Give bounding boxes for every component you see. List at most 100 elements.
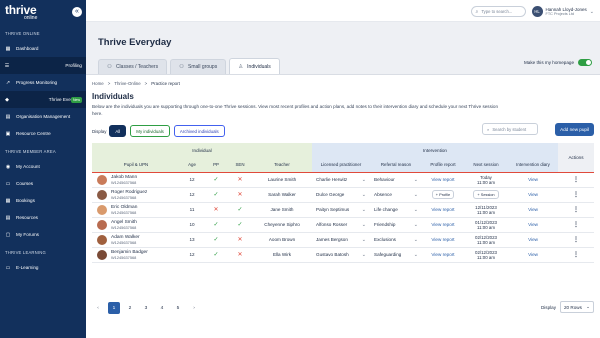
global-search-input[interactable]: ⌕ Type to search... — [470, 6, 526, 17]
sidebar-item-label: E-Learning — [16, 265, 39, 270]
chevron-down-icon: ⌄ — [586, 304, 590, 309]
filter-archived-button[interactable]: Archived individuals — [173, 125, 225, 137]
sidebar-item-my-forums[interactable]: ▢ My Forums — [0, 226, 86, 243]
sidebar-item-progress-monitoring[interactable]: ↗ Progress Monitoring — [0, 74, 86, 91]
more-actions-icon[interactable]: ⋮ — [573, 222, 579, 228]
sidebar-item-profiling[interactable]: ☰ Profiling — [0, 57, 86, 74]
sidebar-item-resource-centre[interactable]: ▣ Resource Centre — [0, 125, 86, 142]
next-session-time: 11:00 am — [477, 239, 495, 245]
next-session-time: 11:00 am — [477, 209, 495, 215]
view-report-link[interactable]: View report — [431, 177, 454, 182]
next-session-cell: 01/12/2023 11:00 am — [464, 217, 508, 233]
view-diary-link[interactable]: View — [528, 207, 538, 212]
more-actions-icon[interactable]: ⋮ — [573, 207, 579, 213]
resources-icon: ▤ — [5, 214, 11, 221]
referral-reason-value: Exclusions — [374, 237, 396, 242]
pupil-name[interactable]: Benjamin Badger — [111, 250, 148, 255]
rows-per-page-select[interactable]: 20 Rows ⌄ — [560, 301, 594, 313]
view-report-link[interactable]: View report — [431, 252, 454, 257]
teacher-cell: Sarah Walker — [252, 187, 312, 203]
practitioner-select[interactable]: Alfonso Rosser ⌄ — [312, 217, 370, 233]
more-actions-icon[interactable]: ⋮ — [573, 237, 579, 243]
cross-icon: ✕ — [237, 252, 243, 258]
rows-value: 20 Rows — [564, 304, 582, 310]
filter-all-button[interactable]: All — [109, 125, 127, 137]
view-diary-link[interactable]: View — [528, 177, 538, 182]
view-report-link[interactable]: View report — [431, 237, 454, 242]
sidebar-item-bookings[interactable]: ▦ Bookings — [0, 192, 86, 209]
table-row: Adam Walker W1245637568 13 ✓ ✕ Aoom Brown Jame… — [92, 232, 594, 248]
sidebar-item-organisation-management[interactable]: ▤ Organisation Management — [0, 108, 86, 125]
referral-reason-select[interactable]: Friendship ⌄ — [370, 217, 422, 233]
pupil-upn: W1245637568 — [111, 209, 137, 215]
sidebar-item-label: Dashboard — [16, 46, 39, 51]
pupil-name[interactable]: Angel Smith — [111, 220, 137, 225]
page-3-button[interactable]: 3 — [140, 302, 152, 314]
sidebar-item-e-learning[interactable]: ▭ E-Learning — [0, 259, 86, 276]
sidebar-item-thrive-everyday[interactable]: ◆ Thrive Everyday New — [0, 91, 86, 108]
student-search-input[interactable]: ⌕ Search by student — [482, 123, 538, 135]
view-report-link[interactable]: View report — [431, 207, 454, 212]
view-diary-link[interactable]: View — [528, 222, 538, 227]
diary-cell: View — [508, 247, 558, 263]
referral-reason-select[interactable]: Absence ⌄ — [370, 187, 422, 203]
practitioner-select[interactable]: Paityn Septimus ⌄ — [312, 202, 370, 218]
tab-classes-teachers[interactable]: ⚇ Classes / Teachers — [98, 59, 168, 74]
referral-reason-select[interactable]: Safeguarding ⌄ — [370, 247, 422, 263]
more-actions-icon[interactable]: ⋮ — [573, 252, 579, 258]
view-report-link[interactable]: View report — [431, 222, 454, 227]
view-diary-link[interactable]: View — [528, 252, 538, 257]
page-1-button[interactable]: 1 — [108, 302, 120, 314]
referral-reason-select[interactable]: Life change ⌄ — [370, 202, 422, 218]
search-icon: ⌕ — [475, 8, 479, 15]
sidebar-item-my-account[interactable]: ◉ My Account — [0, 158, 86, 175]
pupil-cell: Benjamin Badger W1245637568 — [92, 247, 180, 263]
more-actions-icon[interactable]: ⋮ — [573, 177, 579, 183]
filter-my-individuals-button[interactable]: My individuals — [130, 125, 170, 137]
sidebar-item-dashboard[interactable]: ▦ Dashboard — [0, 40, 86, 57]
page-2-button[interactable]: 2 — [124, 302, 136, 314]
referral-reason-select[interactable]: Exclusions ⌄ — [370, 232, 422, 248]
pupil-name[interactable]: Roger Rodriguez — [111, 190, 147, 195]
pupil-avatar — [97, 219, 107, 230]
referral-reason-select[interactable]: Behaviour ⌄ — [370, 172, 422, 188]
collapse-sidebar-icon[interactable]: « — [72, 7, 82, 17]
page-5-button[interactable]: 5 — [172, 302, 184, 314]
thrive-logo[interactable]: thrive online « — [0, 0, 86, 28]
pupil-name[interactable]: Jakob Mann — [111, 175, 137, 180]
breadcrumb-home[interactable]: Home — [92, 81, 104, 86]
breadcrumb-thrive-online[interactable]: Thrive-Online — [114, 81, 140, 86]
user-menu[interactable]: HL Hannah Lloyd-Jones FTC Projects Ltd ⌄ — [531, 6, 594, 17]
next-session-time: 11:00 am — [477, 224, 495, 230]
next-page-button[interactable]: › — [188, 302, 200, 314]
practitioner-select[interactable]: James Bergson ⌄ — [312, 232, 370, 248]
add-profile-button[interactable]: + Profile — [431, 190, 455, 199]
sidebar-item-courses[interactable]: ▭ Courses — [0, 175, 86, 192]
tab-small-groups[interactable]: ⚇ Small groups — [170, 59, 227, 74]
bookings-icon: ▦ — [5, 197, 11, 204]
view-diary-link[interactable]: View — [528, 237, 538, 242]
prev-page-button[interactable]: ‹ — [92, 302, 104, 314]
pupil-upn: W1245637568 — [111, 194, 137, 200]
view-diary-link[interactable]: View — [528, 192, 538, 197]
more-actions-icon[interactable]: ⋮ — [573, 192, 579, 198]
chevron-down-icon: ⌄ — [413, 236, 418, 243]
column-sen: SEN — [228, 157, 252, 173]
pupil-name[interactable]: Eric Oldman — [111, 205, 137, 210]
sen-cell: ✕ — [228, 172, 252, 188]
profile-report-cell: View report — [422, 232, 464, 248]
column-age: Age — [180, 157, 204, 173]
homepage-toggle[interactable] — [578, 59, 592, 66]
tab-individuals[interactable]: ♙ Individuals — [229, 58, 280, 74]
practitioner-select[interactable]: Gustavo Batosh ⌄ — [312, 247, 370, 263]
sidebar-item-resources[interactable]: ▤ Resources — [0, 209, 86, 226]
page-4-button[interactable]: 4 — [156, 302, 168, 314]
add-new-pupil-button[interactable]: Add new pupil — [555, 123, 594, 136]
column-referral-reason: Referral reason — [370, 157, 422, 173]
pupil-name[interactable]: Adam Walker — [111, 235, 140, 240]
pupil-avatar — [97, 204, 107, 215]
display-rows-label: Display — [540, 304, 556, 310]
add-session-button[interactable]: + Session — [473, 190, 499, 199]
practitioner-select[interactable]: Dulce George ⌄ — [312, 187, 370, 203]
practitioner-select[interactable]: Charlie Herwitz ⌄ — [312, 172, 370, 188]
